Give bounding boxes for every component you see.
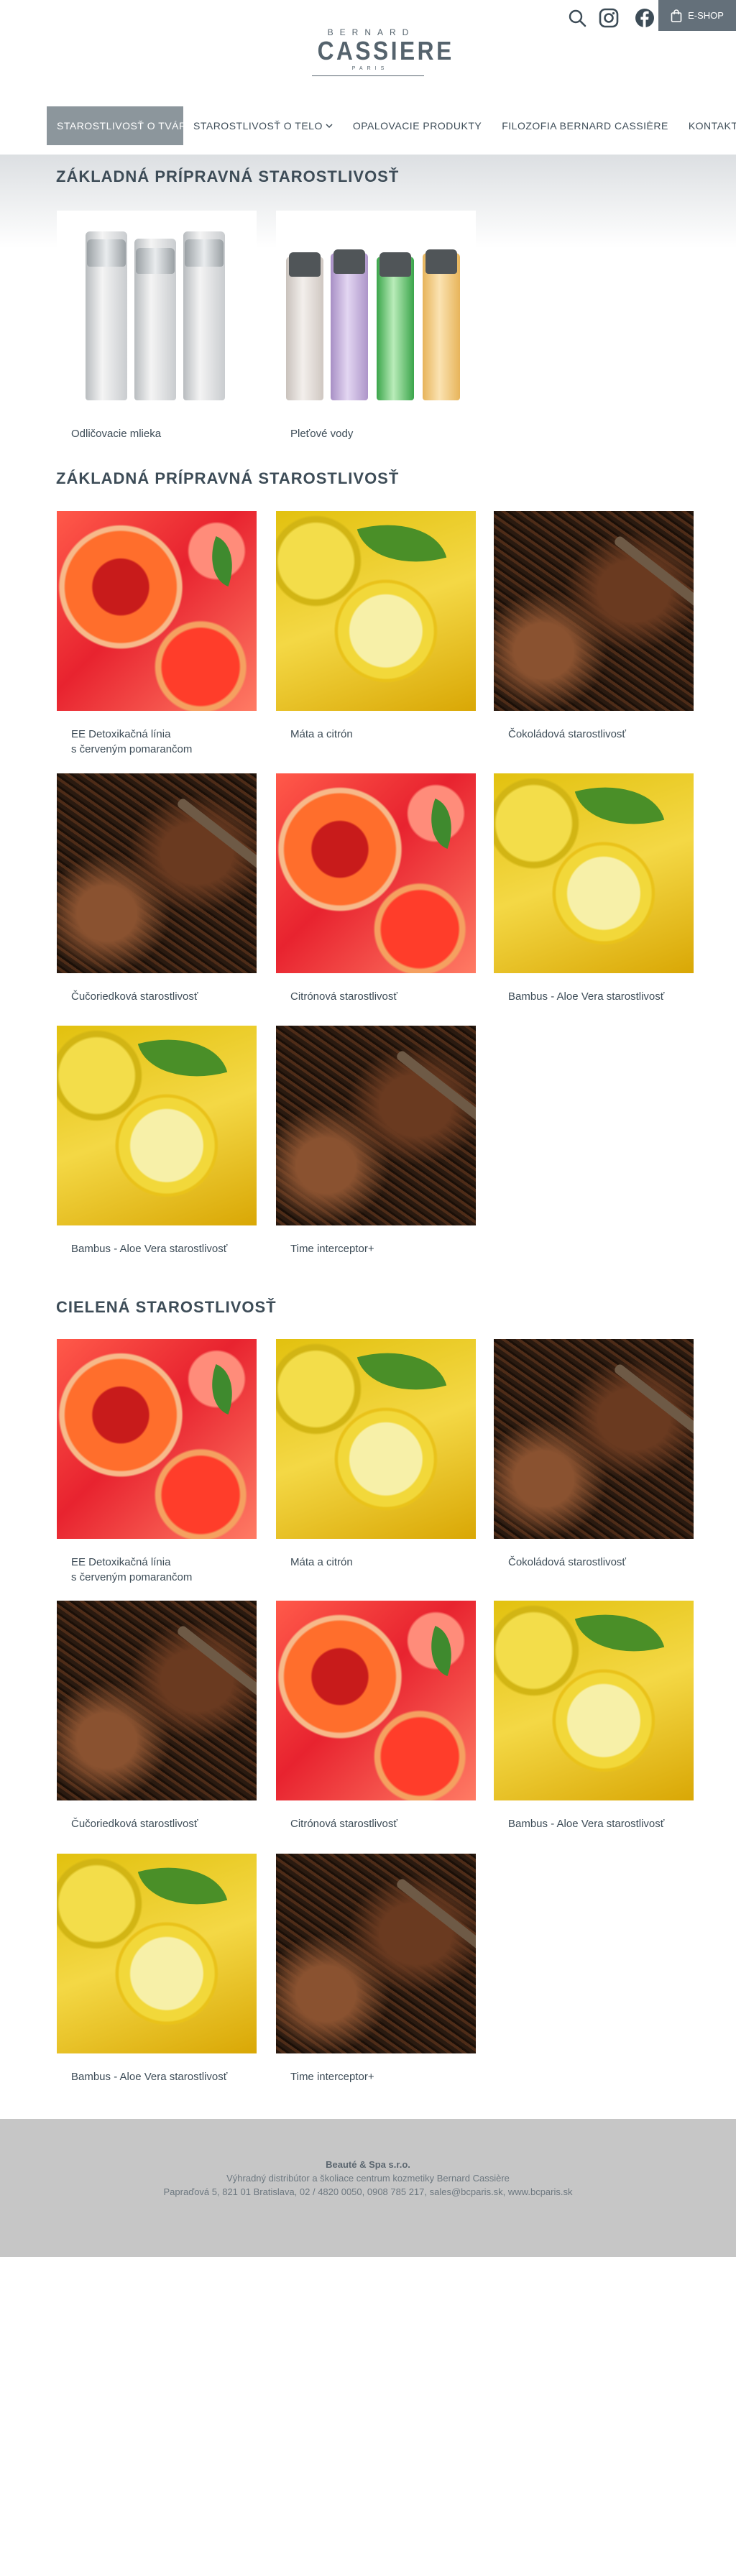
instagram-icon[interactable]	[598, 7, 620, 29]
product-image[interactable]	[276, 1339, 476, 1539]
product-card[interactable]: Bambus - Aloe Vera starostlivosť	[57, 1026, 257, 1256]
brand-logo[interactable]: BERNARD CASSIERE PARIS	[310, 27, 454, 71]
product-caption[interactable]: Bambus - Aloe Vera starostlivosť	[57, 2069, 257, 2084]
product-card[interactable]: Bambus - Aloe Vera starostlivosť	[494, 1601, 694, 1831]
facebook-icon[interactable]	[634, 7, 656, 29]
logo-line-2: CASSIERE	[317, 36, 454, 65]
product-caption[interactable]: Pleťové vody	[276, 426, 476, 441]
product-card[interactable]: Time interceptor+	[276, 1854, 476, 2084]
product-image[interactable]	[57, 511, 257, 711]
footer-contact[interactable]: Papraďová 5, 821 01 Bratislava, 02 / 482…	[0, 2185, 736, 2199]
product-caption[interactable]: Čučoriedková starostlivosť	[57, 989, 257, 1004]
product-card[interactable]: Time interceptor+	[276, 1026, 476, 1256]
product-caption[interactable]: Time interceptor+	[276, 1241, 476, 1256]
product-image[interactable]	[57, 773, 257, 973]
nav-label: STAROSTLIVOSŤ O TELO	[193, 120, 323, 132]
nav-item-philosophy[interactable]: FILOZOFIA BERNARD CASSIÈRE	[492, 106, 678, 145]
product-caption[interactable]: Máta a citrón	[276, 1555, 476, 1570]
product-image[interactable]	[57, 211, 257, 410]
nav-item-contacts[interactable]: KONTAKTY	[678, 106, 736, 145]
product-caption[interactable]: Odličovacie mlieka	[57, 426, 257, 441]
product-caption[interactable]: Citrónová starostlivosť	[276, 989, 476, 1004]
section-title: ZÁKLADNÁ PRÍPRAVNÁ STAROSTLIVOSŤ	[56, 469, 400, 487]
nav-label: STAROSTLIVOSŤ O TVÁR	[57, 120, 187, 132]
product-card[interactable]: Bambus - Aloe Vera starostlivosť	[494, 773, 694, 1004]
product-image[interactable]	[494, 511, 694, 711]
nav-item-face-care[interactable]: STAROSTLIVOSŤ O TVÁR	[47, 106, 186, 145]
product-caption[interactable]: EE Detoxikačná línia s červeným pomaranč…	[57, 727, 257, 757]
product-image[interactable]	[276, 1601, 476, 1800]
eshop-button[interactable]: E-SHOP	[658, 0, 736, 31]
product-caption[interactable]: Citrónová starostlivosť	[276, 1816, 476, 1831]
product-image[interactable]	[494, 773, 694, 973]
product-card[interactable]: Pleťové vody	[276, 211, 476, 441]
product-caption[interactable]: Čokoládová starostlivosť	[494, 727, 694, 742]
product-card[interactable]: EE Detoxikačná línia s červeným pomaranč…	[57, 511, 257, 757]
logo-line-3: PARIS	[351, 66, 389, 71]
product-caption[interactable]: EE Detoxikačná línia s červeným pomaranč…	[57, 1555, 257, 1585]
product-image[interactable]	[57, 1339, 257, 1539]
product-card[interactable]: Čokoládová starostlivosť	[494, 511, 694, 742]
product-image[interactable]	[494, 1339, 694, 1539]
product-caption[interactable]: Time interceptor+	[276, 2069, 476, 2084]
section-title: CIELENÁ STAROSTLIVOSŤ	[56, 1298, 277, 1316]
product-image[interactable]	[57, 1601, 257, 1800]
nav-item-sun-products[interactable]: OPALOVACIE PRODUKTY	[343, 106, 492, 145]
product-image[interactable]	[276, 1026, 476, 1225]
product-caption[interactable]: Máta a citrón	[276, 727, 476, 742]
header-icons	[566, 7, 656, 29]
product-card[interactable]: Bambus - Aloe Vera starostlivosť	[57, 1854, 257, 2084]
product-card[interactable]: Čučoriedková starostlivosť	[57, 1601, 257, 1831]
nav-label: KONTAKTY	[688, 120, 736, 132]
footer-company: Beauté & Spa s.r.o.	[326, 2159, 410, 2170]
chevron-down-icon	[326, 124, 333, 129]
product-image[interactable]	[57, 1854, 257, 2053]
product-caption[interactable]: Bambus - Aloe Vera starostlivosť	[494, 1816, 694, 1831]
product-caption[interactable]: Čučoriedková starostlivosť	[57, 1816, 257, 1831]
nav-label: OPALOVACIE PRODUKTY	[352, 120, 482, 132]
product-image[interactable]	[276, 511, 476, 711]
product-card[interactable]: Odličovacie mlieka	[57, 211, 257, 441]
product-card[interactable]: Čokoládová starostlivosť	[494, 1339, 694, 1570]
product-card[interactable]: Citrónová starostlivosť	[276, 1601, 476, 1831]
product-card[interactable]: EE Detoxikačná línia s červeným pomaranč…	[57, 1339, 257, 1585]
product-image[interactable]	[276, 1854, 476, 2053]
eshop-label: E-SHOP	[688, 10, 724, 21]
product-image[interactable]	[57, 1026, 257, 1225]
product-caption[interactable]: Bambus - Aloe Vera starostlivosť	[494, 989, 694, 1004]
site-header: BERNARD CASSIERE PARIS E-SHOP STAROSTLIV…	[0, 0, 736, 155]
product-card[interactable]: Čučoriedková starostlivosť	[57, 773, 257, 1004]
product-image[interactable]	[276, 211, 476, 410]
section-title: ZÁKLADNÁ PRÍPRAVNÁ STAROSTLIVOSŤ	[56, 167, 400, 185]
product-image[interactable]	[494, 1601, 694, 1800]
product-caption[interactable]: Čokoládová starostlivosť	[494, 1555, 694, 1570]
site-footer: Beauté & Spa s.r.o. Výhradný distribútor…	[0, 2119, 736, 2257]
product-caption[interactable]: Bambus - Aloe Vera starostlivosť	[57, 1241, 257, 1256]
product-card[interactable]: Máta a citrón	[276, 511, 476, 742]
shopping-bag-icon	[671, 9, 682, 22]
logo-rule	[312, 75, 424, 76]
product-card[interactable]: Citrónová starostlivosť	[276, 773, 476, 1004]
footer-description: Výhradný distribútor a školiace centrum …	[226, 2173, 510, 2184]
product-card[interactable]: Máta a citrón	[276, 1339, 476, 1570]
main-nav: STAROSTLIVOSŤ O TVÁR STAROSTLIVOSŤ O TEL…	[47, 106, 736, 145]
search-icon[interactable]	[566, 7, 588, 29]
nav-item-body-care[interactable]: STAROSTLIVOSŤ O TELO	[183, 106, 343, 145]
nav-label: FILOZOFIA BERNARD CASSIÈRE	[502, 120, 668, 132]
product-image[interactable]	[276, 773, 476, 973]
